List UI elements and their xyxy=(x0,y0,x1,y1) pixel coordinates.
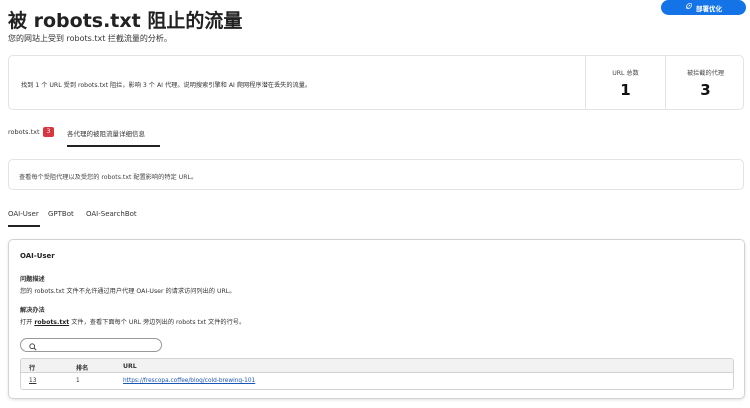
info-card: 查看每个受阻代理以及受您的 robots.txt 配置影响的特定 URL。 xyxy=(8,159,744,190)
rank-cell: 1 xyxy=(76,378,80,384)
stat-value: 1 xyxy=(620,81,631,99)
agent-detail-card: OAI-User 问题描述 您的 robots.txt 文件不允许通过用户代理 … xyxy=(8,239,745,399)
active-tab-indicator xyxy=(67,145,160,147)
blocked-url-table: 行 排名 URL 13 1 https://frescopa.coffee/bl… xyxy=(20,358,734,390)
deploy-optimization-button[interactable]: 部署优化 xyxy=(661,0,746,15)
summary-card: 找到 1 个 URL 受到 robots.txt 阻拦，影响 3 个 AI 代理… xyxy=(8,55,744,110)
column-header-line[interactable]: 行 xyxy=(29,363,35,372)
solution-heading: 解决办法 xyxy=(20,307,45,314)
active-tab-indicator xyxy=(8,225,40,227)
detail-title: OAI-User xyxy=(20,252,55,260)
count-badge: 3 xyxy=(42,127,55,137)
agent-tabs: OAI-User GPTBot OAI-SearchBot xyxy=(8,210,308,228)
column-header-url[interactable]: URL xyxy=(123,363,137,370)
stat-blocked-agents: 被拦截的代理 3 xyxy=(665,56,745,109)
tab-agent-details[interactable]: 各代理的被阻流量详细信息 xyxy=(67,128,145,145)
problem-heading: 问题描述 xyxy=(20,276,45,283)
summary-text: 找到 1 个 URL 受到 robots.txt 阻拦，影响 3 个 AI 代理… xyxy=(21,82,312,89)
tab-gptbot[interactable]: GPTBot xyxy=(48,210,74,218)
table-row: 13 1 https://frescopa.coffee/blog/cold-b… xyxy=(21,373,733,389)
search-input[interactable] xyxy=(20,338,162,352)
main-tabs: robots.txt 3 各代理的被阻流量详细信息 xyxy=(8,127,308,147)
tab-label: 各代理的被阻流量详细信息 xyxy=(67,130,145,138)
stat-value: 3 xyxy=(700,81,711,99)
tab-oai-user[interactable]: OAI-User xyxy=(8,210,39,218)
page-title: 被 robots.txt 阻止的流量 xyxy=(8,10,243,32)
deploy-button-label: 部署优化 xyxy=(696,4,722,13)
stat-total-urls: URL 总数 1 xyxy=(585,56,665,109)
tab-robots-txt[interactable]: robots.txt 3 xyxy=(8,127,55,145)
robots-file-link[interactable]: robots.txt xyxy=(34,319,69,326)
page-subtitle: 您的网站上受到 robots.txt 拦截流量的分析。 xyxy=(8,34,172,43)
solution-suffix: 文件，查看下面每个 URL 旁边列出的 robots txt 文件的行号。 xyxy=(71,319,246,326)
tab-label: robots.txt xyxy=(8,128,40,136)
url-link[interactable]: https://frescopa.coffee/blog/cold-brewin… xyxy=(123,378,255,384)
solution-prefix: 打开 xyxy=(20,319,33,326)
stat-label: 被拦截的代理 xyxy=(686,70,725,77)
line-number-link[interactable]: 13 xyxy=(29,378,36,384)
deploy-icon xyxy=(685,3,692,12)
problem-text: 您的 robots.txt 文件不允许通过用户代理 OAI-User 的请求访问… xyxy=(20,288,236,295)
column-header-rank[interactable]: 排名 xyxy=(76,363,88,372)
tab-oai-searchbot[interactable]: OAI-SearchBot xyxy=(86,210,137,218)
solution-text: 打开 robots.txt 文件，查看下面每个 URL 旁边列出的 robots… xyxy=(20,317,245,326)
table-header: 行 排名 URL xyxy=(21,359,733,373)
stat-label: URL 总数 xyxy=(612,70,639,77)
info-text: 查看每个受阻代理以及受您的 robots.txt 配置影响的特定 URL。 xyxy=(19,174,198,181)
search-icon xyxy=(29,336,37,355)
